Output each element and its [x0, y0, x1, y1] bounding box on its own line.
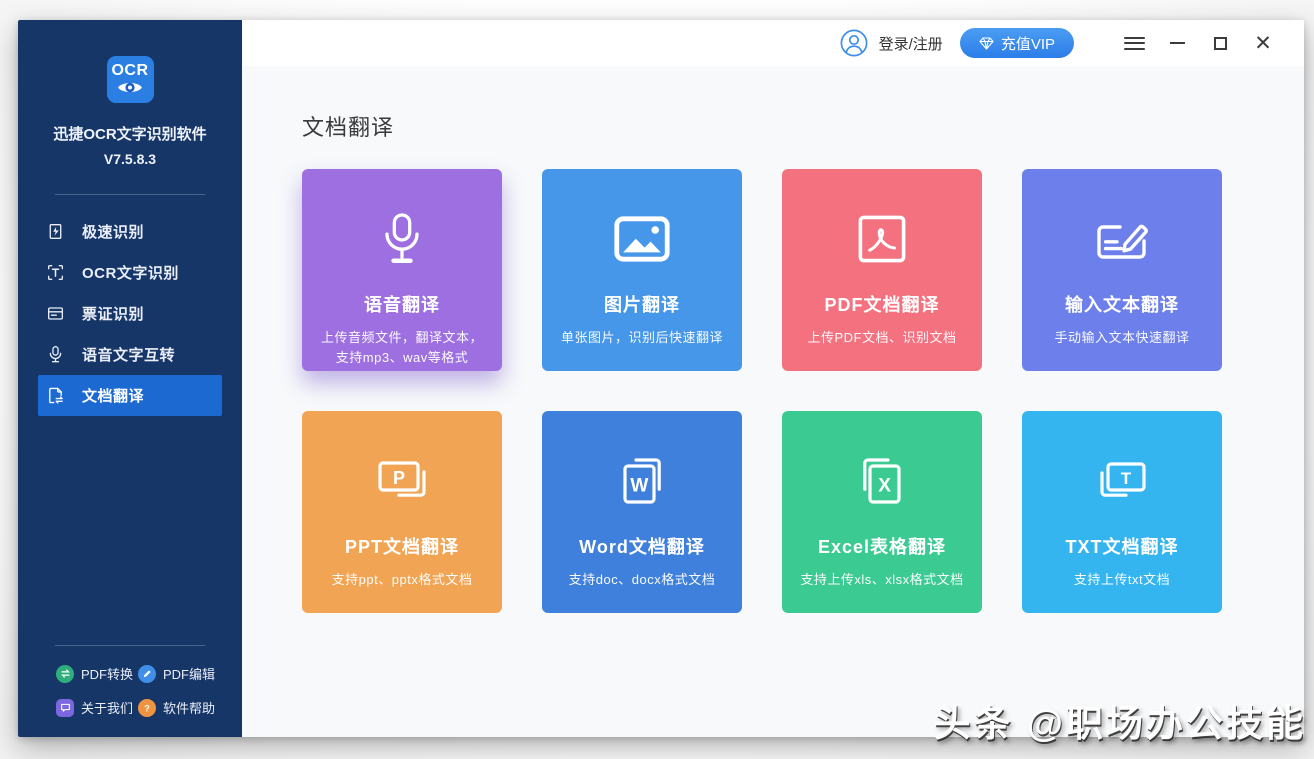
- svg-text:X: X: [878, 476, 891, 497]
- sidebar-item-label: OCR文字识别: [82, 262, 179, 283]
- ppt-doc-icon: P: [302, 451, 502, 511]
- card-subtitle: 支持ppt、pptx格式文档: [302, 570, 502, 590]
- question-icon: ?: [138, 699, 156, 717]
- about-us-link[interactable]: 关于我们: [56, 698, 138, 717]
- txt-doc-icon: T: [1022, 451, 1222, 511]
- eye-icon: [116, 79, 144, 96]
- sidebar-item-label: 文档翻译: [82, 385, 144, 406]
- sidebar-item-ocr-text-recognition[interactable]: OCR文字识别: [38, 252, 222, 293]
- card-subtitle: 支持doc、docx格式文档: [542, 570, 742, 590]
- login-register-label: 登录/注册: [879, 33, 943, 54]
- footer-link-label: 关于我们: [81, 698, 133, 717]
- footer-link-label: 软件帮助: [163, 698, 215, 717]
- login-register-button[interactable]: 登录/注册: [840, 29, 943, 57]
- image-translate-card[interactable]: 图片翻译 单张图片，识别后快速翻译: [542, 169, 742, 371]
- chat-bubble-icon: [56, 699, 74, 717]
- pdf-translate-card[interactable]: PDF文档翻译 上传PDF文档、识别文档: [782, 169, 982, 371]
- avatar-icon: [840, 29, 868, 57]
- sidebar-item-label: 极速识别: [82, 221, 144, 242]
- svg-text:P: P: [393, 468, 405, 488]
- app-window: OCR 迅捷OCR文字识别软件 V7.5.8.3: [18, 20, 1304, 737]
- screen: OCR 迅捷OCR文字识别软件 V7.5.8.3: [0, 0, 1314, 759]
- voice-translate-card[interactable]: 语音翻译 上传音频文件，翻译文本，支持mp3、wav等格式: [302, 169, 502, 371]
- card-title: 输入文本翻译: [1022, 291, 1222, 317]
- app-version: V7.5.8.3: [104, 151, 156, 167]
- page-title: 文档翻译: [302, 110, 1304, 142]
- card-title: PPT文档翻译: [302, 533, 502, 559]
- logo-text: OCR: [111, 63, 148, 79]
- sidebar-item-ticket-recognition[interactable]: 票证识别: [38, 293, 222, 334]
- sidebar-item-document-translate[interactable]: 文档翻译: [38, 375, 222, 416]
- microphone-icon: [45, 345, 65, 365]
- card-subtitle: 支持上传xls、xlsx格式文档: [782, 570, 982, 590]
- card-subtitle: 支持上传txt文档: [1022, 570, 1222, 590]
- sidebar-item-label: 语音文字互转: [82, 344, 175, 365]
- card-subtitle: 手动输入文本快速翻译: [1022, 328, 1222, 348]
- ocr-frame-icon: [45, 263, 65, 283]
- card-title: Word文档翻译: [542, 533, 742, 559]
- text-input-icon: [1022, 209, 1222, 269]
- card-title: Excel表格翻译: [782, 533, 982, 559]
- sidebar-divider: [55, 194, 205, 195]
- minimize-icon[interactable]: [1166, 32, 1188, 54]
- card-subtitle: 上传音频文件，翻译文本，支持mp3、wav等格式: [302, 328, 502, 368]
- footer-link-label: PDF编辑: [163, 664, 215, 683]
- card-title: PDF文档翻译: [782, 291, 982, 317]
- word-translate-card[interactable]: W Word文档翻译 支持doc、docx格式文档: [542, 411, 742, 613]
- sidebar-divider: [55, 645, 205, 646]
- card-title: TXT文档翻译: [1022, 533, 1222, 559]
- card-title: 图片翻译: [542, 291, 742, 317]
- svg-text:T: T: [1121, 469, 1132, 488]
- sidebar-footer: PDF转换 PDF编辑: [18, 645, 242, 737]
- excel-doc-icon: X: [782, 451, 982, 511]
- vip-label: 充值VIP: [1001, 33, 1055, 54]
- document-translate-icon: [45, 386, 65, 406]
- svg-text:?: ?: [144, 703, 150, 713]
- software-help-link[interactable]: ? 软件帮助: [138, 698, 220, 717]
- card-subtitle: 单张图片，识别后快速翻译: [542, 328, 742, 348]
- pdf-icon: [782, 209, 982, 269]
- sidebar-menu: 极速识别 OCR文字识别: [18, 211, 242, 416]
- card-title: 语音翻译: [302, 291, 502, 317]
- word-doc-icon: W: [542, 451, 742, 511]
- excel-translate-card[interactable]: X Excel表格翻译 支持上传xls、xlsx格式文档: [782, 411, 982, 613]
- text-input-translate-card[interactable]: 输入文本翻译 手动输入文本快速翻译: [1022, 169, 1222, 371]
- microphone-icon: [302, 209, 502, 269]
- maximize-icon[interactable]: [1209, 32, 1231, 54]
- feature-cards: 语音翻译 上传音频文件，翻译文本，支持mp3、wav等格式 图片翻译: [302, 169, 1304, 613]
- content: 文档翻译 语音翻译 上传音频文件，翻译文本，支持mp3、wa: [242, 66, 1304, 737]
- app-name: 迅捷OCR文字识别软件: [53, 123, 206, 144]
- card-subtitle: 上传PDF文档、识别文档: [782, 328, 982, 348]
- lightning-doc-icon: [45, 222, 65, 242]
- pen-icon: [138, 665, 156, 683]
- diamond-icon: [979, 37, 994, 50]
- svg-text:W: W: [630, 476, 648, 497]
- txt-translate-card[interactable]: T TXT文档翻译 支持上传txt文档: [1022, 411, 1222, 613]
- topbar: 登录/注册 充值VIP ✕: [242, 20, 1304, 66]
- ticket-icon: [45, 304, 65, 324]
- main-area: 登录/注册 充值VIP ✕: [242, 20, 1304, 737]
- footer-link-label: PDF转换: [81, 664, 133, 683]
- app-logo-block: OCR 迅捷OCR文字识别软件 V7.5.8.3: [18, 20, 242, 195]
- window-controls: ✕: [1102, 32, 1274, 54]
- sidebar-item-fast-recognition[interactable]: 极速识别: [38, 211, 222, 252]
- sidebar-item-voice-text-convert[interactable]: 语音文字互转: [38, 334, 222, 375]
- pdf-edit-link[interactable]: PDF编辑: [138, 664, 220, 683]
- menu-icon[interactable]: [1123, 32, 1145, 54]
- sidebar-item-label: 票证识别: [82, 303, 144, 324]
- pdf-convert-link[interactable]: PDF转换: [56, 664, 138, 683]
- ocr-eye-icon: OCR: [107, 56, 154, 103]
- vip-recharge-button[interactable]: 充值VIP: [960, 28, 1074, 58]
- close-icon[interactable]: ✕: [1252, 32, 1274, 54]
- ppt-translate-card[interactable]: P PPT文档翻译 支持ppt、pptx格式文档: [302, 411, 502, 613]
- sidebar: OCR 迅捷OCR文字识别软件 V7.5.8.3: [18, 20, 242, 737]
- swap-arrows-icon: [56, 665, 74, 683]
- image-icon: [542, 209, 742, 269]
